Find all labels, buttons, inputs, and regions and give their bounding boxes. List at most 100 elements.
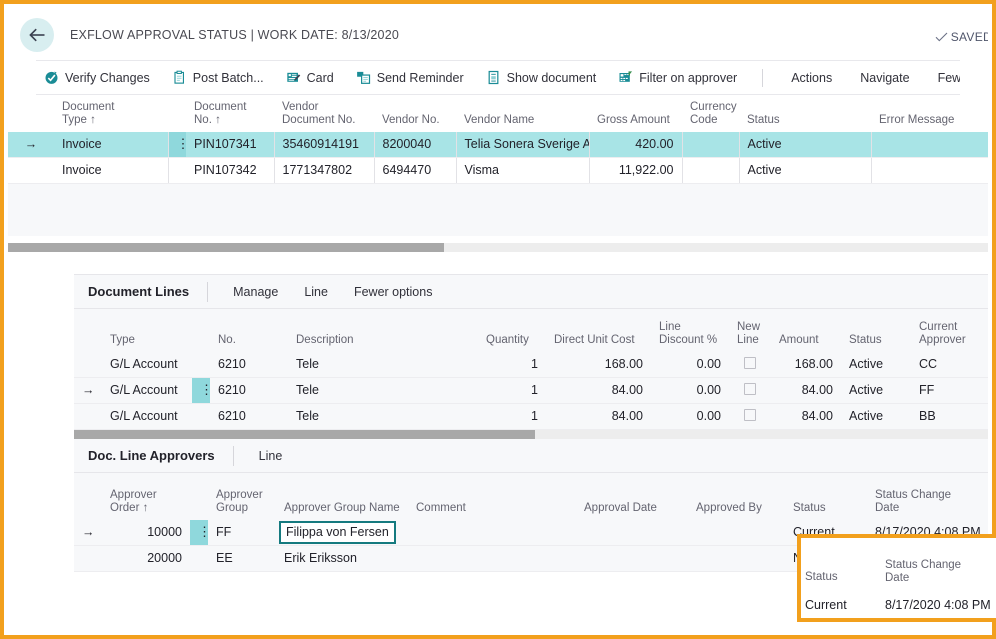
cell-error-message[interactable] [871, 158, 988, 184]
col-approver-group[interactable]: Approver Group [208, 489, 276, 520]
col-comment[interactable]: Comment [408, 489, 576, 520]
cell-vendor-name[interactable]: Telia Sonera Sverige AB [456, 132, 589, 158]
horizontal-scroll-thumb[interactable] [8, 243, 444, 252]
cell-line-discount-pct[interactable]: 0.00 [651, 404, 729, 430]
back-button[interactable] [20, 18, 54, 52]
filter-on-approver-button[interactable]: Filter on approver [607, 61, 748, 94]
document-lines-manage-button[interactable]: Manage [220, 285, 291, 299]
cell-quantity[interactable]: 1 [478, 404, 546, 430]
cell-gross-amount[interactable]: 11,922.00 [589, 158, 682, 184]
table-row[interactable]: G/L Account 6210 Tele 1 168.00 0.00 168.… [74, 352, 988, 378]
cell-type[interactable]: G/L Account [102, 378, 192, 404]
col-vendor-document-no[interactable]: Vendor Document No. [274, 101, 374, 132]
fewer-options-menu[interactable]: Fewer options [924, 61, 960, 94]
cell-line-status[interactable]: Active [841, 404, 911, 430]
main-grid-scrollbar[interactable] [8, 243, 988, 252]
cell-direct-unit-cost[interactable]: 84.00 [546, 404, 651, 430]
approver-group-name-input[interactable]: Filippa von Fersen [279, 521, 396, 544]
cell-approver-group-name[interactable]: Filippa von Fersen [276, 520, 408, 546]
document-lines-fewer-options-button[interactable]: Fewer options [341, 285, 446, 299]
col-approver-group-name[interactable]: Approver Group Name [276, 489, 408, 520]
cell-new-line[interactable] [729, 352, 771, 378]
cell-current-approver[interactable]: BB [911, 404, 988, 430]
cell-description[interactable]: Tele [288, 378, 478, 404]
cell-approver-group[interactable]: EE [208, 546, 276, 572]
cell-currency-code[interactable] [682, 158, 739, 184]
col-approver-status[interactable]: Status [785, 489, 867, 520]
cell-direct-unit-cost[interactable]: 84.00 [546, 378, 651, 404]
table-row[interactable]: → Invoice ⋮ PIN107341 35460914191 820004… [8, 132, 988, 158]
cell-error-message[interactable] [871, 132, 988, 158]
cell-vendor-document-no[interactable]: 35460914191 [274, 132, 374, 158]
cell-quantity[interactable]: 1 [478, 352, 546, 378]
table-row[interactable]: → G/L Account ⋮ 6210 Tele 1 84.00 0.00 8… [74, 378, 988, 404]
cell-approver-order[interactable]: 10000 [102, 520, 190, 546]
col-document-no[interactable]: Document No. ↑ [186, 101, 274, 132]
document-lines-line-button[interactable]: Line [291, 285, 341, 299]
cell-line-discount-pct[interactable]: 0.00 [651, 378, 729, 404]
cell-line-discount-pct[interactable]: 0.00 [651, 352, 729, 378]
cell-document-type[interactable]: Invoice [54, 158, 168, 184]
col-approver-order[interactable]: Approver Order ↑ [102, 489, 190, 520]
cell-vendor-name[interactable]: Visma [456, 158, 589, 184]
col-amount[interactable]: Amount [771, 321, 841, 352]
card-button[interactable]: Card [275, 61, 345, 94]
cell-current-approver[interactable]: CC [911, 352, 988, 378]
col-approved-by[interactable]: Approved By [688, 489, 785, 520]
col-description[interactable]: Description [288, 321, 478, 352]
cell-vendor-no[interactable]: 8200040 [374, 132, 456, 158]
col-approval-date[interactable]: Approval Date [576, 489, 688, 520]
cell-gross-amount[interactable]: 420.00 [589, 132, 682, 158]
cell-current-approver[interactable]: FF [911, 378, 988, 404]
cell-approver-order[interactable]: 20000 [102, 546, 190, 572]
line-approvers-line-button[interactable]: Line [246, 449, 296, 463]
new-line-checkbox[interactable] [744, 409, 756, 421]
col-error-message[interactable]: Error Message [871, 101, 988, 132]
col-current-approver[interactable]: Current Approver [911, 321, 988, 352]
cell-approval-date[interactable] [576, 546, 688, 572]
cell-vendor-document-no[interactable]: 1771347802 [274, 158, 374, 184]
cell-type[interactable]: G/L Account [102, 404, 192, 430]
document-lines-scrollbar[interactable] [74, 430, 988, 439]
show-document-button[interactable]: Show document [475, 61, 608, 94]
col-status-change-date[interactable]: Status Change Date [867, 489, 988, 520]
cell-approval-date[interactable] [576, 520, 688, 546]
verify-changes-button[interactable]: Verify Changes [36, 61, 161, 94]
cell-document-no[interactable]: PIN107341 [186, 132, 274, 158]
new-line-checkbox[interactable] [744, 357, 756, 369]
cell-status[interactable]: Active [739, 158, 871, 184]
cell-direct-unit-cost[interactable]: 168.00 [546, 352, 651, 378]
cell-amount[interactable]: 84.00 [771, 404, 841, 430]
col-document-type[interactable]: Document Type ↑ [54, 101, 168, 132]
col-vendor-no[interactable]: Vendor No. [374, 101, 456, 132]
row-menu-button[interactable] [192, 352, 210, 378]
cell-new-line[interactable] [729, 378, 771, 404]
cell-no[interactable]: 6210 [210, 352, 288, 378]
col-vendor-name[interactable]: Vendor Name [456, 101, 589, 132]
row-menu-button[interactable]: ⋮ [168, 132, 186, 158]
cell-document-type[interactable]: Invoice [54, 132, 168, 158]
col-gross-amount[interactable]: Gross Amount [589, 101, 682, 132]
send-reminder-button[interactable]: Send Reminder [345, 61, 475, 94]
row-menu-button[interactable] [192, 404, 210, 430]
col-direct-unit-cost[interactable]: Direct Unit Cost [546, 321, 651, 352]
table-row[interactable]: Invoice PIN107342 1771347802 6494470 Vis… [8, 158, 988, 184]
cell-vendor-no[interactable]: 6494470 [374, 158, 456, 184]
cell-status[interactable]: Active [739, 132, 871, 158]
cell-approver-group-name[interactable]: Erik Eriksson [276, 546, 408, 572]
cell-line-status[interactable]: Active [841, 378, 911, 404]
cell-document-no[interactable]: PIN107342 [186, 158, 274, 184]
actions-menu[interactable]: Actions [777, 61, 846, 94]
cell-approved-by[interactable] [688, 520, 785, 546]
row-menu-button[interactable]: ⋮ [190, 520, 208, 546]
cell-amount[interactable]: 168.00 [771, 352, 841, 378]
cell-new-line[interactable] [729, 404, 771, 430]
col-currency-code[interactable]: Currency Code [682, 101, 739, 132]
cell-comment[interactable] [408, 546, 576, 572]
col-type[interactable]: Type [102, 321, 192, 352]
col-line-status[interactable]: Status [841, 321, 911, 352]
cell-type[interactable]: G/L Account [102, 352, 192, 378]
cell-currency-code[interactable] [682, 132, 739, 158]
cell-amount[interactable]: 84.00 [771, 378, 841, 404]
cell-description[interactable]: Tele [288, 352, 478, 378]
